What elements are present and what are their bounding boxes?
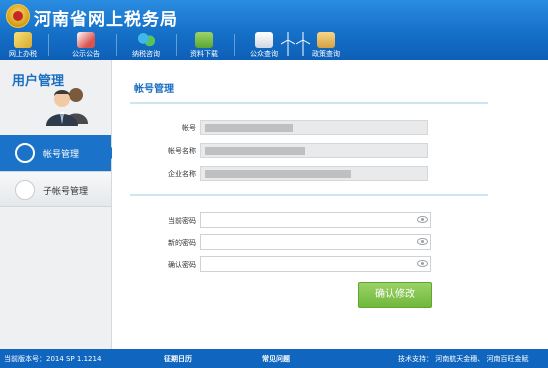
account-name-value-redacted (205, 147, 305, 155)
sidebar: 用户管理 帐号管理 子帐号管理 (0, 60, 117, 349)
folder-icon (317, 32, 335, 48)
current-password-label: 当前密码 (168, 217, 196, 225)
eye-icon[interactable] (417, 260, 428, 267)
people-icon (137, 32, 155, 48)
confirm-password-label: 确认密码 (168, 261, 196, 269)
download-icon (195, 32, 213, 48)
current-password-input[interactable] (200, 212, 431, 228)
nav-item-consult[interactable]: 纳税咨询 (126, 30, 166, 60)
confirm-change-button[interactable]: 确认修改 (358, 282, 432, 308)
confirm-password-input[interactable] (200, 256, 431, 272)
page-title: 帐号管理 (134, 84, 174, 95)
eye-icon[interactable] (417, 216, 428, 223)
notice-icon (77, 32, 95, 48)
header-bar: 河南省网上税务局 网上办税 公示公告 纳税咨询 资料下载 公众查询 政策查询 (0, 0, 548, 60)
new-password-label: 新的密码 (168, 239, 196, 247)
share-icon (15, 180, 35, 200)
version-text: 当前版本号：2014 SP 1.1214 (4, 355, 102, 363)
tech-support-text: 技术支持： 河南航天金穗、 河南百旺金赋 (398, 355, 529, 363)
footer-bar: 当前版本号：2014 SP 1.1214 征期日历 常见问题 技术支持： 河南航… (0, 349, 548, 368)
sidebar-item-sub-account-management[interactable]: 子帐号管理 (0, 171, 111, 207)
account-name-field (200, 143, 428, 158)
divider (130, 102, 488, 104)
site-title: 河南省网上税务局 (34, 10, 178, 30)
sidebar-item-account-management[interactable]: 帐号管理 (0, 135, 111, 171)
account-label: 帐号 (182, 124, 196, 132)
main-panel: 帐号管理 帐号 帐号名称 企业名称 当前密码 新的密码 确认密码 确认修改 (112, 60, 548, 349)
nav-item-policy-query[interactable]: 政策查询 (306, 30, 346, 60)
wind-turbine-icon (296, 32, 310, 56)
company-name-value-redacted (205, 170, 351, 178)
eye-icon[interactable] (417, 238, 428, 245)
tax-calendar-link[interactable]: 征期日历 (164, 354, 192, 364)
top-nav: 网上办税 公示公告 纳税咨询 资料下载 公众查询 政策查询 (0, 30, 548, 60)
divider (130, 194, 488, 196)
company-name-label: 企业名称 (168, 170, 196, 178)
pen-icon (14, 32, 32, 48)
company-name-field (200, 166, 428, 181)
account-value-redacted (205, 124, 293, 132)
nav-item-online-tax[interactable]: 网上办税 (6, 30, 40, 60)
new-password-input[interactable] (200, 234, 431, 250)
faq-link[interactable]: 常见问题 (262, 354, 290, 364)
wind-turbine-icon (281, 32, 295, 56)
account-name-label: 帐号名称 (168, 147, 196, 155)
search-doc-icon (255, 32, 273, 48)
account-field (200, 120, 428, 135)
tax-emblem-icon (6, 4, 30, 28)
nav-item-announcements[interactable]: 公示公告 (66, 30, 106, 60)
nav-item-downloads[interactable]: 资料下载 (185, 30, 223, 60)
users-avatar-icon (46, 88, 88, 126)
nav-item-public-query[interactable]: 公众查询 (244, 30, 284, 60)
user-icon (15, 143, 35, 163)
